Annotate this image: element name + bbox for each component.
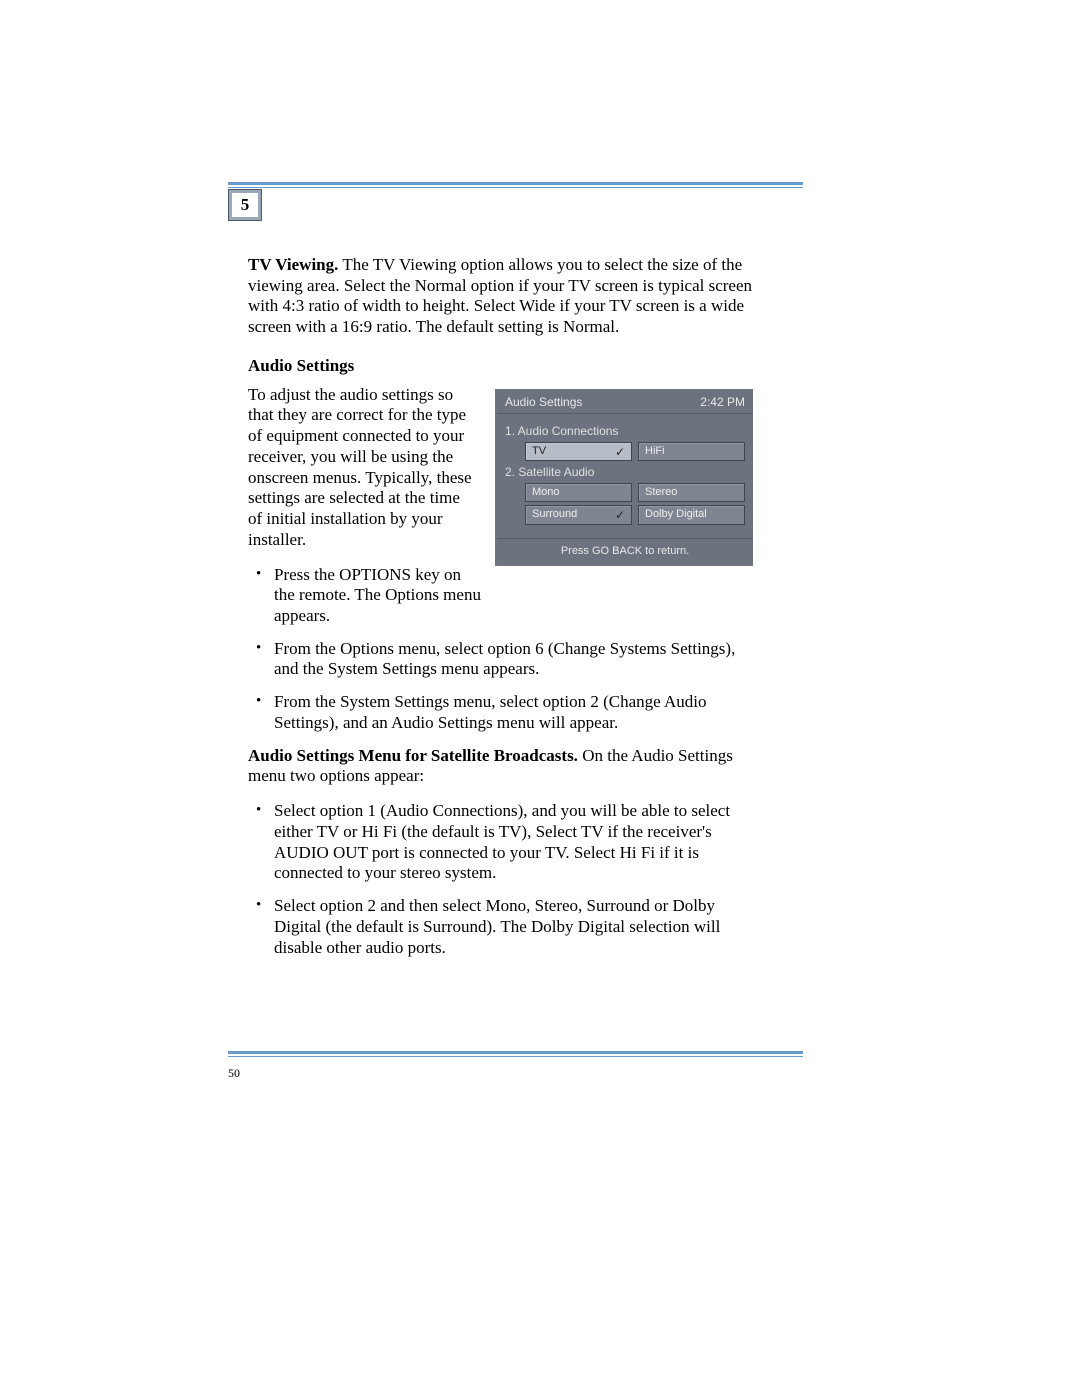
satellite-paragraph: Audio Settings Menu for Satellite Broadc… (248, 746, 753, 787)
osd-section2-label: 2. Satellite Audio (505, 465, 745, 480)
list-item: Select option 2 and then select Mono, St… (250, 896, 753, 958)
osd-option-tv[interactable]: TV (525, 442, 632, 461)
osd-option-dolby[interactable]: Dolby Digital (638, 505, 745, 524)
list-item: From the System Settings menu, select op… (250, 692, 753, 733)
osd-option-mono[interactable]: Mono (525, 483, 632, 502)
list-item: Select option 1 (Audio Connections), and… (250, 801, 753, 884)
body-content: TV Viewing. The TV Viewing option allows… (248, 255, 753, 970)
list-item: Press the OPTIONS key on the remote. The… (250, 565, 504, 627)
audio-intro-paragraph: To adjust the audio settings so that the… (248, 385, 478, 551)
bullet-list-sat: Select option 1 (Audio Connections), and… (250, 801, 753, 958)
top-rule (228, 182, 803, 188)
chapter-number-box: 5 (228, 189, 262, 221)
osd-section1-label: 1. Audio Connections (505, 424, 745, 439)
osd-option-hifi[interactable]: HiFi (638, 442, 745, 461)
bullet-list-top: Press the OPTIONS key on the remote. The… (250, 565, 753, 734)
list-item: From the Options menu, select option 6 (… (250, 639, 753, 680)
osd-screenshot: Audio Settings 2:42 PM 1. Audio Connecti… (495, 389, 753, 567)
osd-footer: Press GO BACK to return. (497, 538, 753, 564)
osd-title: Audio Settings (505, 395, 582, 410)
bottom-rule (228, 1051, 803, 1057)
check-icon (615, 510, 625, 520)
check-icon (615, 447, 625, 457)
tv-viewing-paragraph: TV Viewing. The TV Viewing option allows… (248, 255, 753, 338)
tv-viewing-heading: TV Viewing. (248, 255, 338, 274)
osd-option-surround[interactable]: Surround (525, 505, 632, 524)
satellite-heading: Audio Settings Menu for Satellite Broadc… (248, 746, 578, 765)
osd-time: 2:42 PM (700, 395, 745, 410)
audio-settings-heading: Audio Settings (248, 356, 753, 377)
page-number: 50 (228, 1066, 240, 1081)
chapter-number: 5 (232, 193, 258, 217)
osd-option-stereo[interactable]: Stereo (638, 483, 745, 502)
